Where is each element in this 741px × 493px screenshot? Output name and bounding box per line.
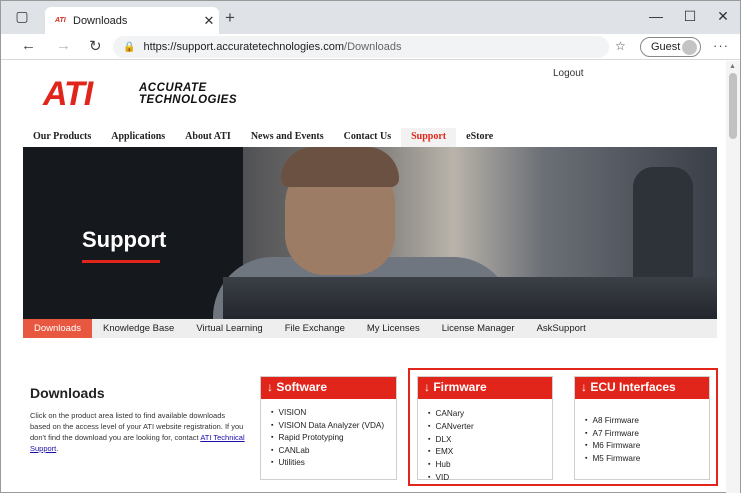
nav-estore[interactable]: eStore xyxy=(456,128,503,147)
url-field[interactable]: 🔒 https://support.accuratetechnologies.c… xyxy=(113,36,609,58)
scrollbar-thumb[interactable] xyxy=(729,73,737,139)
firmware-card-header[interactable]: ↓ Firmware xyxy=(418,377,552,399)
hero-photo-desk xyxy=(223,277,717,319)
logo-words: ACCURATE TECHNOLOGIES xyxy=(139,82,237,106)
nav-contact-us[interactable]: Contact Us xyxy=(334,128,402,147)
firmware-list: CANary CANverter DLX EMX Hub VID xyxy=(418,399,552,485)
scrollbar[interactable]: ▲ xyxy=(726,61,740,493)
url-path: /Downloads xyxy=(344,41,402,53)
list-item[interactable]: A8 Firmware xyxy=(585,415,709,428)
logo-mark: ATI xyxy=(43,75,93,113)
back-icon[interactable]: ← xyxy=(21,37,36,54)
logo-line-2: TECHNOLOGIES xyxy=(139,94,238,106)
list-item[interactable]: A7 Firmware xyxy=(585,428,709,441)
scroll-up-icon[interactable]: ▲ xyxy=(729,63,736,70)
hero-photo-hair xyxy=(281,147,399,187)
hero-title: Support xyxy=(82,227,167,252)
new-tab-icon[interactable]: + xyxy=(225,8,235,28)
list-item[interactable]: DLX xyxy=(428,434,552,447)
list-item[interactable]: CANverter xyxy=(428,421,552,434)
subnav-file-exchange[interactable]: File Exchange xyxy=(274,319,356,338)
profile-button[interactable]: Guest xyxy=(640,37,701,57)
favorites-icon[interactable]: ☆ xyxy=(615,39,626,53)
hero-banner: Support xyxy=(23,147,717,319)
url-host: https://support.accuratetechnologies.com xyxy=(143,41,345,53)
downloads-description: Click on the product area listed to find… xyxy=(30,410,245,454)
list-item[interactable]: Rapid Prototyping xyxy=(271,432,396,445)
description-end: . xyxy=(56,444,59,453)
tab-strip: ▢ ATI Downloads ✕ + — ☐ ✕ xyxy=(1,1,740,34)
list-item[interactable]: VISION Data Analyzer (VDA) xyxy=(271,420,396,433)
hero-underline xyxy=(82,260,160,263)
maximize-icon[interactable]: ☐ xyxy=(675,5,705,27)
list-item[interactable]: Utilities xyxy=(271,457,396,470)
software-card: ↓ Software VISION VISION Data Analyzer (… xyxy=(260,376,397,480)
address-bar: ← → ↻ 🔒 https://support.accuratetechnolo… xyxy=(1,34,740,60)
main-nav: Our Products Applications About ATI News… xyxy=(23,128,503,147)
nav-support[interactable]: Support xyxy=(401,128,457,147)
minimize-icon[interactable]: — xyxy=(641,5,671,27)
subnav-virtual-learning[interactable]: Virtual Learning xyxy=(185,319,273,338)
close-window-icon[interactable]: ✕ xyxy=(708,5,738,27)
ecu-interfaces-list: A8 Firmware A7 Firmware M6 Firmware M5 F… xyxy=(575,399,709,465)
software-list: VISION VISION Data Analyzer (VDA) Rapid … xyxy=(261,399,396,470)
favicon-icon: ATI xyxy=(55,17,66,24)
browser-tab[interactable]: ATI Downloads ✕ xyxy=(45,7,219,34)
browser-window: ▢ ATI Downloads ✕ + — ☐ ✕ ← → ↻ 🔒 https:… xyxy=(0,0,741,493)
support-subnav: Downloads Knowledge Base Virtual Learnin… xyxy=(23,319,717,338)
close-tab-icon[interactable]: ✕ xyxy=(199,13,219,29)
list-item[interactable]: M5 Firmware xyxy=(585,453,709,466)
list-item[interactable]: M6 Firmware xyxy=(585,440,709,453)
logout-link[interactable]: Logout xyxy=(553,68,584,79)
nav-about-ati[interactable]: About ATI xyxy=(175,128,241,147)
nav-our-products[interactable]: Our Products xyxy=(23,128,101,147)
profile-label: Guest xyxy=(651,41,681,53)
logo-line-1: ACCURATE xyxy=(139,82,207,94)
subnav-knowledge-base[interactable]: Knowledge Base xyxy=(92,319,185,338)
avatar xyxy=(682,40,697,55)
nav-news-and-events[interactable]: News and Events xyxy=(241,128,334,147)
ecu-interfaces-card: ↓ ECU Interfaces A8 Firmware A7 Firmware… xyxy=(574,376,710,480)
list-item[interactable]: EMX xyxy=(428,446,552,459)
downloads-heading: Downloads xyxy=(30,385,105,401)
software-card-header[interactable]: ↓ Software xyxy=(261,377,396,399)
subnav-license-manager[interactable]: License Manager xyxy=(431,319,526,338)
ecu-interfaces-card-header[interactable]: ↓ ECU Interfaces xyxy=(575,377,709,399)
tab-actions-icon[interactable]: ▢ xyxy=(7,5,37,27)
subnav-asksupport[interactable]: AskSupport xyxy=(526,319,597,338)
forward-icon[interactable]: → xyxy=(56,37,71,54)
list-item[interactable]: Hub xyxy=(428,459,552,472)
tab-title: Downloads xyxy=(73,14,128,27)
nav-applications[interactable]: Applications xyxy=(101,128,175,147)
list-item[interactable]: VISION xyxy=(271,407,396,420)
subnav-my-licenses[interactable]: My Licenses xyxy=(356,319,431,338)
lock-icon: 🔒 xyxy=(123,41,136,53)
list-item[interactable]: CANLab xyxy=(271,445,396,458)
list-item[interactable]: CANary xyxy=(428,408,552,421)
firmware-card: ↓ Firmware CANary CANverter DLX EMX Hub … xyxy=(417,376,553,482)
ati-logo[interactable]: ATI ACCURATE TECHNOLOGIES xyxy=(43,75,237,113)
subnav-downloads[interactable]: Downloads xyxy=(23,319,92,338)
more-icon[interactable]: ··· xyxy=(713,38,729,53)
refresh-icon[interactable]: ↻ xyxy=(89,37,102,55)
list-item[interactable]: VID xyxy=(428,472,552,485)
